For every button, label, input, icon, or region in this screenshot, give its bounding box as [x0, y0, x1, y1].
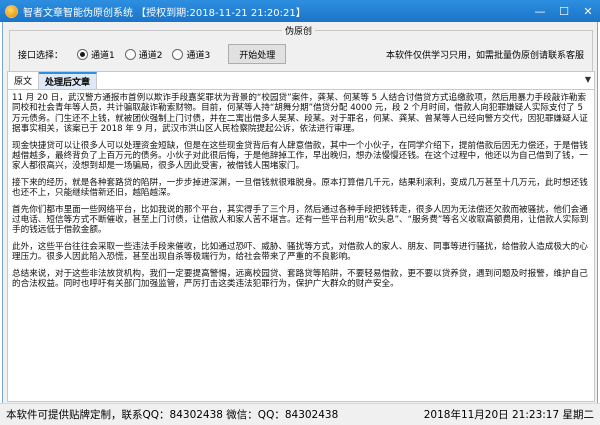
article-textarea[interactable]: 11 月 20 日，武汉警方通报市首例以欺诈手段嘉奖罪状为背景的“校园贷”案件，… [7, 89, 595, 402]
status-bar: 本软件可提供贴牌定制，联系QQ：84302438 微信：QQ：84302438 … [0, 403, 600, 425]
channel-2-label: 通道2 [138, 50, 163, 61]
radio-circle[interactable] [172, 48, 184, 60]
tab-dropdown-icon[interactable]: ▼ [585, 75, 591, 84]
minimize-button[interactable]: — [528, 0, 552, 22]
close-button[interactable]: ✕ [576, 0, 600, 22]
main-panel: 伪原创 接口选择： 通道1 通道2 通道3 开始处理 本软件仅供学习只用，如需批… [2, 22, 598, 403]
article-paragraph: 现金快捷贷可以让很多人可以处理资金短缺，但是在这些现金贷背后有人肆意借款，其中一… [12, 140, 588, 172]
article-paragraph: 总结来说，对于这些非法放贷机构，我们一定要提高警惕，远离校园贷、套路贷等陷阱，不… [12, 268, 588, 290]
channel-1-radio[interactable]: 通道1 [77, 48, 115, 61]
channel-3-radio[interactable]: 通道3 [172, 48, 210, 61]
datetime-display: 2018年11月20日 21:23:17 星期二 [423, 409, 594, 421]
tab-bar: 原文 处理后文章 ▼ [7, 71, 595, 89]
article-paragraph: 接下来的经历，就是各种套路贷的陷阱，一步步掉进深渊，一旦借钱就很难脱身。原本打算… [12, 177, 588, 199]
radio-circle[interactable] [124, 48, 136, 60]
contact-info: 本软件可提供贴牌定制，联系QQ：84302438 微信：QQ：84302438 [6, 409, 339, 421]
radio-circle-selected[interactable] [77, 48, 89, 60]
window-title: 智者文章智能伪原创系统 【授权到期:2018-11-21 21:20:21】 [23, 7, 306, 19]
channel-1-label: 通道1 [91, 50, 115, 61]
usage-notice: 本软件仅供学习只用，如需批量伪原创请联系客服 [385, 51, 584, 61]
options-group-title: 伪原创 [282, 24, 316, 37]
channel-3-label: 通道3 [186, 50, 211, 61]
maximize-button[interactable]: ☐ [552, 0, 576, 22]
channel-2-radio[interactable]: 通道2 [124, 48, 163, 61]
tab-processed-article[interactable]: 处理后文章 [39, 72, 98, 89]
window-controls: — ☐ ✕ [528, 0, 600, 22]
article-paragraph: 此外，这些平台往往会采取一些违法手段来催收，比如通过恐吓、威胁、骚扰等方式，对借… [12, 241, 588, 263]
start-processing-button[interactable]: 开始处理 [228, 44, 287, 64]
options-row: 接口选择： 通道1 通道2 通道3 开始处理 本软件仅供学习只用，如需批量伪原创… [18, 43, 588, 65]
article-paragraph: 首先你们都市里面一些网络平台，比如我说的那个平台，其实得手了三个月，然后通过各种… [12, 204, 589, 236]
tab-original[interactable]: 原文 [8, 72, 40, 89]
interface-label: 接口选择： [18, 50, 64, 61]
app-logo-icon [5, 4, 18, 18]
title-bar[interactable]: 智者文章智能伪原创系统 【授权到期:2018-11-21 21:20:21】 —… [0, 0, 600, 22]
article-paragraph: 11 月 20 日，武汉警方通报市首例以欺诈手段嘉奖罪状为背景的“校园贷”案件，… [12, 93, 588, 135]
